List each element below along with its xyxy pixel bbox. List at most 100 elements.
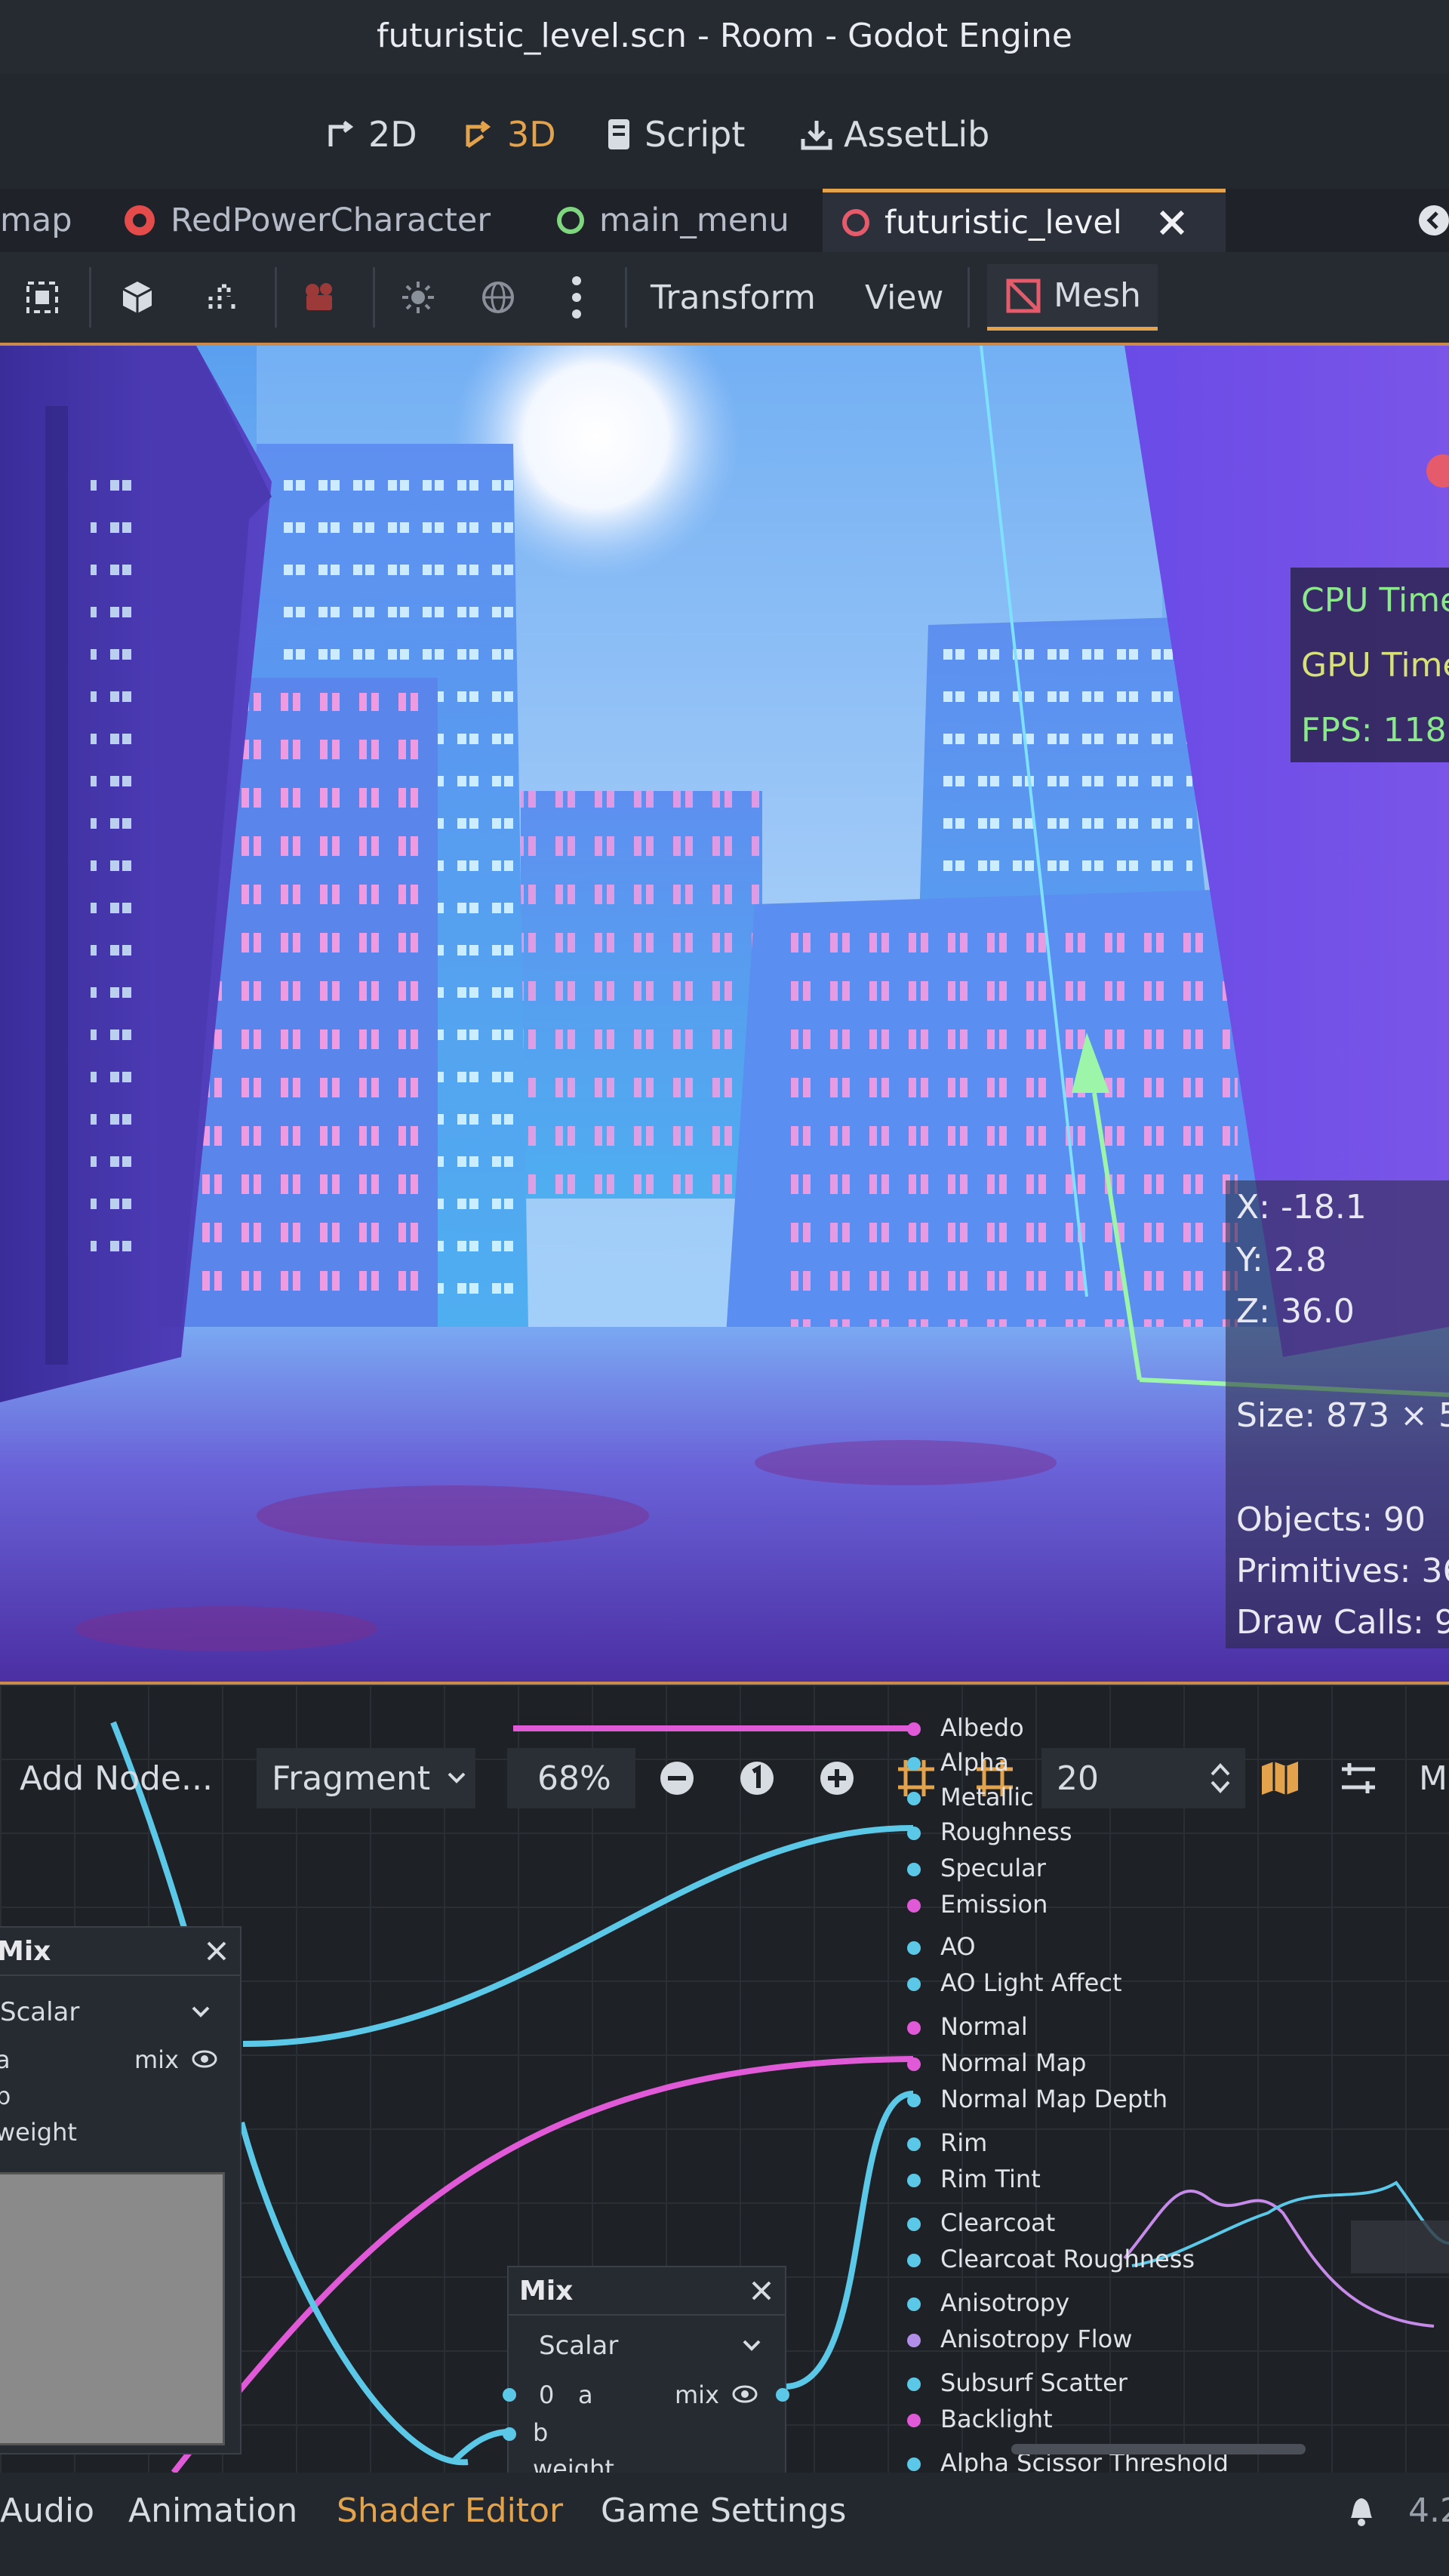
output-node-ports: Albedo Alpha Metallic Roughness Specular… [903,1707,1235,2473]
camera-preview-button[interactable] [296,264,344,331]
output-port-ao-light-affect: AO Light Affect [940,1968,1122,1997]
view-menu[interactable]: View [865,264,943,331]
bottom-tab-animation[interactable]: Animation [128,2488,297,2533]
scene-tab-redpowercharacter[interactable]: RedPowerCharacter [121,189,491,252]
port-dot[interactable] [907,1722,921,1736]
minimap-icon [1262,1762,1298,1795]
notification-bell-button[interactable] [1345,2488,1378,2533]
gizmo-x-readout: X: -18.1 [1236,1188,1367,1226]
output-port-clearcoat-roughness: Clearcoat Roughness [940,2245,1195,2273]
zoom-level[interactable]: 68% [507,1748,635,1808]
port-dot[interactable] [907,1977,921,1991]
output-port-backlight: Backlight [940,2405,1053,2433]
bottom-tab-audio[interactable]: Audio [0,2488,94,2533]
zoom-reset-button[interactable] [738,1748,776,1808]
transform-menu[interactable]: Transform [651,264,816,331]
output-port-anisotropy: Anisotropy [940,2288,1070,2317]
mesh-icon [1006,279,1041,312]
local-space-button[interactable] [113,264,162,331]
port-dot[interactable] [907,2297,921,2311]
port-b-label: b [0,2082,11,2110]
eye-icon[interactable] [732,2384,758,2405]
arrange-icon [1342,1763,1375,1793]
mix-node-left[interactable]: Mix Scalar a mix b weight [0,1926,242,2454]
perf-cpu-time: CPU Time [1291,568,1449,632]
port-dot[interactable] [907,2094,921,2107]
workspace-script-button[interactable]: Script [602,110,745,158]
eye-icon[interactable] [192,2048,217,2070]
scroll-tabs-left-button[interactable] [1417,189,1449,252]
scene-tab-label: main_menu [599,202,789,239]
port-dot[interactable] [907,2217,921,2231]
shader-stage-value: Fragment [272,1759,431,1798]
port-dot[interactable] [907,2334,921,2347]
port-dot[interactable] [907,1827,921,1840]
workspace-2d-button[interactable]: 2D [323,110,417,158]
node-ring-icon [842,208,869,236]
port-a-dot[interactable] [503,2388,516,2402]
shader-editor-panel[interactable]: Add Node... Fragment 68% 20 M Mix Scalar… [0,1685,1449,2473]
kebab-menu-icon [572,276,581,319]
shader-stage-select[interactable]: Fragment [257,1748,475,1808]
toolbar-separator [89,267,91,328]
port-dot[interactable] [907,1757,921,1771]
port-dot[interactable] [907,2021,921,2035]
character-scene-icon [125,205,155,235]
more-menu[interactable]: M [1419,1748,1447,1808]
output-port-metallic: Metallic [940,1783,1034,1811]
horizontal-scrollbar[interactable] [1011,2444,1306,2454]
output-port-rim-tint: Rim Tint [940,2165,1041,2193]
port-dot[interactable] [907,1941,921,1955]
bell-icon [1351,2498,1372,2526]
sun-preview-button[interactable] [394,264,442,331]
bottom-tab-game-settings[interactable]: Game Settings [601,2488,846,2533]
close-icon[interactable] [750,2279,773,2302]
more-options-button[interactable] [552,264,601,331]
bottom-tab-shader-editor[interactable]: Shader Editor [337,2488,563,2533]
port-dot[interactable] [907,1899,921,1913]
mix-node-title: Mix [0,1928,240,1976]
scene-tab-main-menu[interactable]: main_menu [554,189,789,252]
objects-count: Objects: 90 [1236,1500,1426,1539]
workspace-assetlib-button[interactable]: AssetLib [798,110,989,158]
toolbar-separator [968,267,970,328]
environment-preview-button[interactable] [474,264,522,331]
port-dot[interactable] [907,2137,921,2151]
script-icon [608,119,629,149]
mix-type-select[interactable]: Scalar [539,2331,618,2361]
zoom-out-button[interactable] [658,1748,696,1808]
arrange-nodes-button[interactable] [1337,1748,1380,1808]
gizmo-y-readout: Y: 2.8 [1236,1241,1327,1279]
mix-type-select[interactable]: Scalar [0,1997,79,2027]
mix-node-right[interactable]: Mix Scalar 0 a mix b weight [503,2266,789,2473]
minimap-toggle-button[interactable] [1257,1748,1303,1808]
select-mode-button[interactable] [18,264,66,331]
mesh-menu[interactable]: Mesh [987,264,1158,331]
title-bar: futuristic_level.scn - Room - Godot Engi… [0,0,1449,74]
scene-tab-map[interactable]: map [0,189,72,252]
workspace-3d-button[interactable]: 3D [460,110,556,158]
port-dot[interactable] [907,2414,921,2427]
port-a-value[interactable]: 0 [539,2381,554,2409]
globe-icon [482,282,514,313]
close-icon[interactable] [205,1940,228,1962]
close-icon[interactable] [1155,206,1189,239]
port-dot[interactable] [907,2174,921,2187]
zoom-in-button[interactable] [818,1748,856,1808]
scene-tab-futuristic-level[interactable]: futuristic_level [823,189,1226,252]
3d-viewport[interactable]: CPU Time GPU Time FPS: 118 X: -18.1 Y: 2… [0,343,1449,1685]
port-dot[interactable] [907,2057,921,2071]
port-dot[interactable] [907,2458,921,2471]
port-dot[interactable] [907,1863,921,1876]
port-mix-label: mix [675,2381,719,2409]
port-dot[interactable] [907,1792,921,1805]
mix-node-title: Mix [509,2267,785,2316]
port-dot[interactable] [907,2377,921,2391]
port-b-dot[interactable] [503,2427,516,2441]
add-node-button[interactable]: Add Node... [20,1748,213,1808]
port-mix-dot[interactable] [776,2388,789,2402]
port-a-label: a [0,2045,11,2074]
perf-gpu-time: GPU Time [1291,632,1449,697]
snap-button[interactable] [198,264,246,331]
port-dot[interactable] [907,2254,921,2267]
